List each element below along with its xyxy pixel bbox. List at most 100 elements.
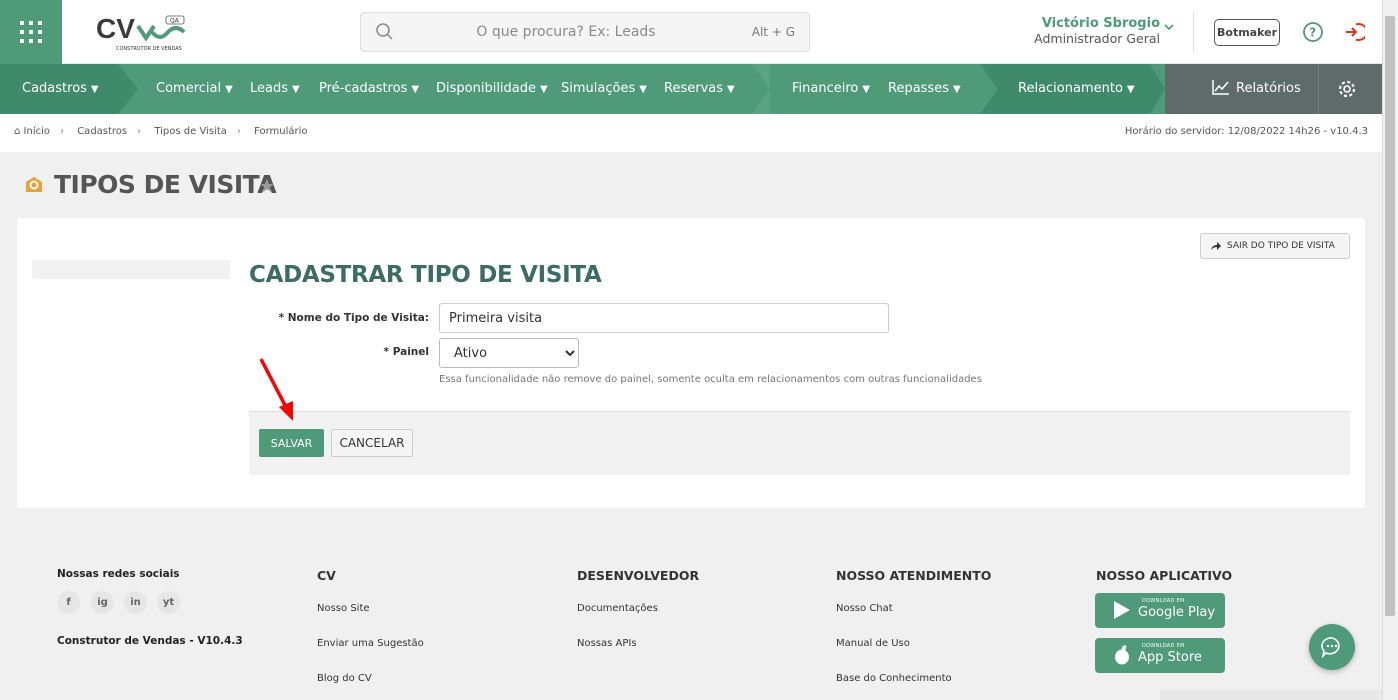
search-input[interactable] xyxy=(401,13,731,51)
cv-logo[interactable]: CV QA CONSTRUTOR DE VENDAS xyxy=(96,12,188,54)
help-icon[interactable]: ? xyxy=(1302,21,1324,43)
red-arrow-annotation xyxy=(259,358,293,421)
save-button[interactable]: SALVAR xyxy=(259,429,324,457)
facebook-icon[interactable]: f xyxy=(57,591,80,614)
social-title: Nossas redes sociais xyxy=(57,568,180,580)
nav-pre-cadastros[interactable]: Pré-cadastros ▼ xyxy=(319,64,419,114)
nav-repasses[interactable]: Repasses ▼ xyxy=(888,64,961,114)
name-label: * Nome do Tipo de Visita: xyxy=(278,312,429,324)
gear-icon[interactable] xyxy=(1337,79,1357,99)
exit-visit-type-button[interactable]: SAIR DO TIPO DE VISITA xyxy=(1200,233,1350,259)
nav-label: Simulações xyxy=(561,81,636,96)
panel-help-text: Essa funcionalidade não remove do painel… xyxy=(439,374,982,385)
user-name: Victório Sbrogio xyxy=(1041,16,1160,31)
horizontal-scrollbar[interactable] xyxy=(1160,690,1382,700)
search-shortcut: Alt + G xyxy=(751,25,795,39)
exit-label: SAIR DO TIPO DE VISITA xyxy=(1227,241,1335,251)
main-nav: Cadastros ▼ Comercial ▼ Leads ▼ Pré-cadastr… xyxy=(0,64,1382,114)
nav-label: Relacionamento xyxy=(1018,81,1123,96)
chevron-down-icon: ▼ xyxy=(727,84,735,95)
nav-simulacoes[interactable]: Simulações ▼ xyxy=(561,64,647,114)
chevron-down-icon: ▼ xyxy=(225,84,233,95)
logo-text: CV xyxy=(96,13,135,44)
google-play-label: Google Play xyxy=(1138,605,1216,620)
footer-link-suggestion[interactable]: Enviar uma Sugestão xyxy=(317,638,424,649)
visit-type-icon xyxy=(26,177,42,192)
nav-financeiro[interactable]: Financeiro ▼ xyxy=(792,64,870,114)
chevron-down-icon: ▼ xyxy=(862,84,871,95)
logout-icon[interactable] xyxy=(1343,21,1365,43)
nav-label: Repasses xyxy=(888,81,949,96)
page-title: TIPOS DE VISITA xyxy=(54,170,277,199)
nav-comercial[interactable]: Comercial ▼ xyxy=(156,64,233,114)
instagram-icon[interactable]: ig xyxy=(91,591,114,614)
apps-dot xyxy=(38,21,42,25)
footer-link-chat[interactable]: Nosso Chat xyxy=(836,603,893,614)
apps-dot xyxy=(38,39,42,43)
apps-dot xyxy=(29,30,33,34)
youtube-icon[interactable]: yt xyxy=(157,591,180,614)
nav-label: Cadastros xyxy=(22,81,87,96)
panel-select[interactable]: Ativo xyxy=(439,338,579,368)
nav-relatorios[interactable]: Relatórios xyxy=(1212,64,1301,114)
breadcrumb-bar: ⌂ Início › Cadastros › Tipos de Visita › Fo… xyxy=(0,114,1382,152)
apps-dot xyxy=(20,30,24,34)
scrollbar-thumb[interactable] xyxy=(1385,16,1395,616)
apps-dot xyxy=(29,21,33,25)
chevron-down-icon[interactable] xyxy=(1163,22,1175,32)
nav-label: Pré-cadastros xyxy=(319,81,408,96)
chevron-down-icon: ▼ xyxy=(639,84,647,95)
nav-reservas[interactable]: Reservas ▼ xyxy=(664,64,735,114)
visit-type-name-input[interactable] xyxy=(439,303,889,333)
botmaker-button[interactable]: Botmaker xyxy=(1214,19,1280,46)
footer-link-docs[interactable]: Documentações xyxy=(577,603,658,614)
nav-leads[interactable]: Leads ▼ xyxy=(250,64,300,114)
breadcrumb-tipos-de-visita[interactable]: Tipos de Visita xyxy=(154,126,227,137)
footer-link-manual[interactable]: Manual de Uso xyxy=(836,638,910,649)
share-arrow-icon xyxy=(1211,242,1221,250)
apps-dot xyxy=(29,39,33,43)
logo-qa-badge: QA xyxy=(170,18,180,25)
home-icon: ⌂ xyxy=(14,126,21,137)
nav-disponibilidade[interactable]: Disponibilidade ▼ xyxy=(436,64,548,114)
nav-label: Comercial xyxy=(156,81,222,96)
apps-dot xyxy=(38,30,42,34)
form-actions-bar xyxy=(249,411,1350,475)
apps-dot xyxy=(20,21,24,25)
breadcrumb: ⌂ Início › Cadastros › Tipos de Visita › Fo… xyxy=(14,126,308,137)
google-play-icon xyxy=(1114,601,1130,619)
footer-app-title: NOSSO APLICATIVO xyxy=(1096,568,1233,583)
apple-icon xyxy=(1115,645,1129,665)
chevron-right-icon: › xyxy=(137,126,142,137)
footer-version: Construtor de Vendas - V10.4.3 xyxy=(57,635,243,647)
nav-label: Disponibilidade xyxy=(436,81,537,96)
breadcrumb-cadastros[interactable]: Cadastros xyxy=(77,126,127,137)
chat-bubble-button[interactable] xyxy=(1309,624,1355,670)
nav-relacionamento[interactable]: Relacionamento ▼ xyxy=(1018,64,1135,114)
chat-icon xyxy=(1321,637,1340,658)
favorite-star-icon[interactable]: ★ xyxy=(259,176,275,197)
nav-label: Relatórios xyxy=(1236,81,1301,96)
linkedin-icon[interactable]: in xyxy=(124,591,147,614)
chart-icon xyxy=(1212,80,1229,95)
footer-support-title: NOSSO ATENDIMENTO xyxy=(836,568,992,583)
footer-link-blog[interactable]: Blog do CV xyxy=(317,673,372,684)
footer-link-apis[interactable]: Nossas APIs xyxy=(577,638,637,649)
side-placeholder xyxy=(32,260,230,279)
chevron-down-icon: ▼ xyxy=(952,84,961,95)
search-icon xyxy=(376,23,393,40)
app-store-button[interactable]: DOWNLOAD EM App Store xyxy=(1095,638,1225,673)
user-menu[interactable]: Victório Sbrogio Administrador Geral xyxy=(1000,16,1160,46)
top-header: CV QA CONSTRUTOR DE VENDAS Alt + G Victó… xyxy=(0,0,1382,64)
logo-subtitle: CONSTRUTOR DE VENDAS xyxy=(116,46,182,52)
breadcrumb-inicio[interactable]: Início xyxy=(24,126,50,137)
app-store-label: App Store xyxy=(1138,650,1202,665)
nav-cadastros[interactable]: Cadastros ▼ xyxy=(22,64,99,114)
chevron-down-icon: ▼ xyxy=(411,84,420,95)
google-play-button[interactable]: DOWNLOAD EM Google Play xyxy=(1095,593,1225,628)
apps-menu-button[interactable] xyxy=(0,0,62,64)
footer-dev-title: DESENVOLVEDOR xyxy=(577,568,700,583)
footer-link-kb[interactable]: Base do Conhecimento xyxy=(836,673,952,684)
cancel-button[interactable]: CANCELAR xyxy=(331,429,413,457)
footer-link-site[interactable]: Nosso Site xyxy=(317,603,370,614)
